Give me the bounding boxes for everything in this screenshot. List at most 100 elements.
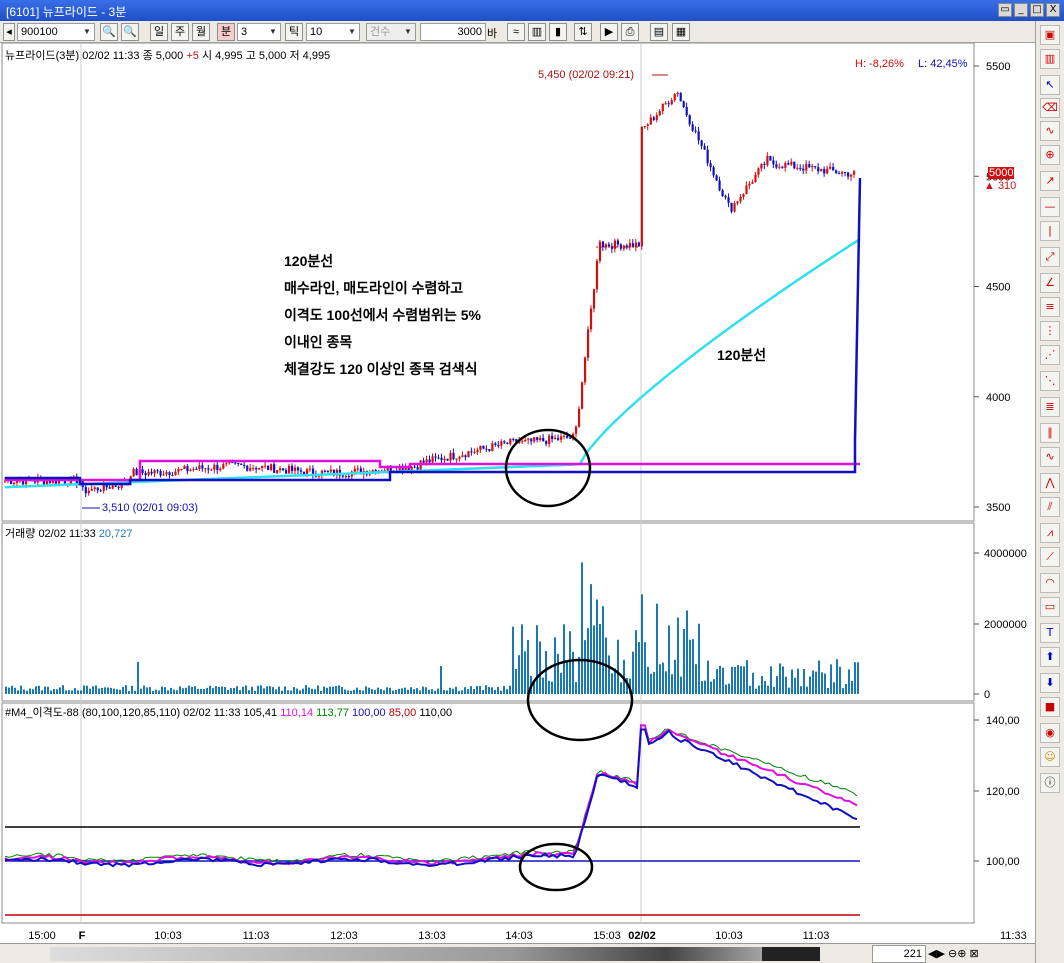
volume-bar [698,623,700,694]
sort-icon[interactable]: ⇅ [574,23,592,41]
zoom-icon[interactable]: ⊕ [1040,145,1060,165]
price-header: 뉴프라이드(3분) 02/02 11:33 종 5,000 +5 시 4,995… [5,47,330,63]
fan-icon[interactable]: ⋱ [1040,371,1060,391]
chart-canvas[interactable]: 5500 5000 4500 4000 3500 4000000 2000000 0 140,0… [0,43,1035,943]
candle-body [598,241,602,261]
candle-body [464,455,467,458]
wave-icon[interactable]: ∿ [1040,447,1060,467]
bottom-scrollbar[interactable]: 221 ◀▶ ⊖⊕ ⊠ [0,943,1035,963]
stock-code-input[interactable]: 900100 ▼ [17,23,95,41]
x-tick-label: F [79,930,86,942]
cycle-icon[interactable]: ∥ [1040,423,1060,443]
minimize-icon[interactable]: _ [1014,3,1028,17]
arrow-down-icon[interactable]: ⬇ [1040,673,1060,693]
candle-body [745,185,748,194]
candle-body [434,456,437,458]
period-month-button[interactable]: 월 [192,23,210,41]
search-red-icon[interactable]: 🔍 [121,23,139,41]
magnet-icon[interactable]: ∿ [1040,121,1060,141]
volume-bar [647,666,649,694]
close-icon[interactable]: X [1046,3,1060,17]
angle-line-icon[interactable]: ∠ [1040,273,1060,293]
volume-bar [239,690,241,694]
vertical-line-icon[interactable]: | [1040,221,1060,241]
trend-line-icon[interactable]: ↗ [1040,171,1060,191]
volume-bar [62,685,64,694]
volume-bar [353,689,355,694]
fibonacci-icon[interactable]: ⋮ [1040,321,1060,341]
horizontal-line-icon[interactable]: — [1040,197,1060,217]
rectangle-icon[interactable]: ■ [1040,697,1060,717]
bar-chart-icon[interactable]: ▥ [528,23,546,41]
retrace-icon[interactable]: ≣ [1040,397,1060,417]
period-day-button[interactable]: 일 [150,23,168,41]
info-icon[interactable]: ⓘ [1040,773,1060,793]
count-select[interactable]: 건수 ▼ [366,23,416,41]
price-header-rest: 시 4,995 고 5,000 저 4,995 [201,50,331,62]
andrews-icon[interactable]: ⫽ [1040,497,1060,517]
scroll-track[interactable] [50,947,820,961]
candle-body [595,260,599,290]
volume-bar [254,690,256,694]
ray-line-icon[interactable]: ⤢ [1040,247,1060,267]
minute-select[interactable]: 3 ▼ [237,23,281,41]
zigzag-icon[interactable]: ⋀ [1040,473,1060,493]
candle-body [580,382,584,409]
restore-icon[interactable]: ▭ [998,3,1012,17]
window-title: [6101] 뉴프라이드 - 3분 [6,5,127,19]
box-icon[interactable]: ▭ [1040,597,1060,617]
export-icon[interactable]: ▤ [650,23,668,41]
volume-bar [59,687,61,694]
chevron-down-icon[interactable]: ▼ [267,24,279,40]
regression-icon[interactable]: ⟋ [1040,547,1060,567]
smile-icon[interactable]: ☺ [1040,747,1060,767]
volume-bar [203,689,205,694]
period-week-button[interactable]: 주 [171,23,189,41]
candle-body [712,167,715,176]
volume-bar [317,685,319,694]
volume-bar [428,689,430,694]
scroll-left-icon[interactable]: ◂ [3,23,15,41]
tick-button[interactable]: 틱 [285,23,303,41]
maximize-icon[interactable]: □ [1030,3,1044,17]
candle-body [554,437,557,440]
cursor-icon[interactable]: ↖ [1040,75,1060,95]
target-icon[interactable]: ◉ [1040,723,1060,743]
candle-body [267,465,270,471]
candle-body [539,437,542,440]
scroll-arrows-icon[interactable]: ◀▶ ⊖⊕ ⊠ [928,947,979,960]
volume-bar [71,690,73,694]
candle-body [491,443,494,451]
search-icon[interactable]: 🔍 [100,23,118,41]
chevron-down-icon[interactable]: ▼ [346,24,358,40]
text-icon[interactable]: T [1040,623,1060,643]
gann-icon[interactable]: ⋰ [1040,345,1060,365]
print-icon[interactable]: ⎙ [621,23,639,41]
volume-bar [452,688,454,694]
grid-icon[interactable]: ▦ [672,23,690,41]
chevron-down-icon[interactable]: ▼ [402,24,414,40]
candle-body [763,163,766,165]
chevron-down-icon[interactable]: ▼ [81,24,93,40]
window-icon[interactable]: ▣ [1040,25,1060,45]
chart-type-icon[interactable]: ≈ [507,23,525,41]
play-icon[interactable]: ▶ [600,23,618,41]
candle-body [769,156,772,161]
period-minute-button[interactable]: 분 [217,23,235,41]
arc-icon[interactable]: ◠ [1040,573,1060,593]
channel-icon[interactable]: ≡ [1040,297,1060,317]
scroll-count-input[interactable]: 221 [872,945,926,963]
arrow-up-icon[interactable]: ⬆ [1040,647,1060,667]
scroll-thumb[interactable] [762,947,820,961]
layout-icon[interactable]: ▥ [1040,49,1060,69]
bars-input[interactable]: 3000 [420,23,486,41]
eraser-icon[interactable]: ⌫ [1040,98,1060,118]
low-marker: 3,510 (02/01 09:03) [102,502,199,514]
candle-body [781,166,784,168]
volume-bar [824,673,826,694]
candle-icon[interactable]: ▮ [549,23,567,41]
volume-bar [734,667,736,694]
speed-line-icon[interactable]: ⩘ [1040,523,1060,543]
volume-bar [416,688,418,694]
tick-select[interactable]: 10 ▼ [306,23,360,41]
